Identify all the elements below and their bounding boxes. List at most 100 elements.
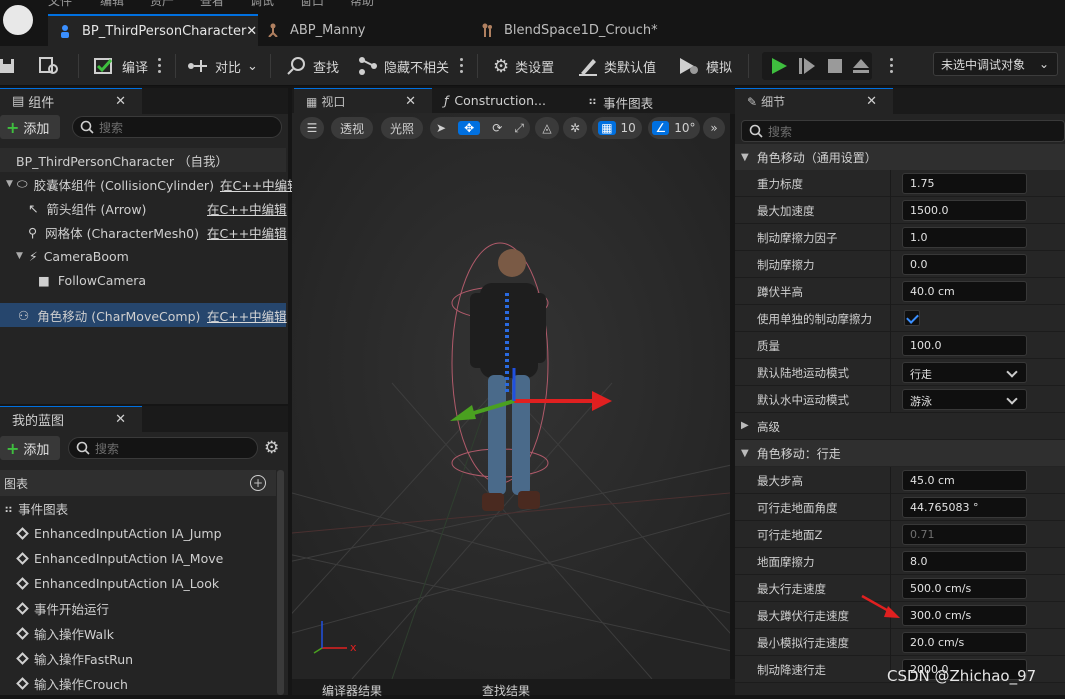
category-walking[interactable]: ▼ 角色移动：行走 <box>735 440 1065 466</box>
max-acceleration-field[interactable]: 1500.0 <box>902 200 1027 221</box>
rotate-icon[interactable]: ⟳ <box>492 121 502 135</box>
min-analog-walk-speed-field[interactable]: 20.0 cm/s <box>902 632 1027 653</box>
rotation-snap-toggle[interactable]: ∠ 10° <box>648 117 700 139</box>
browse-icon[interactable] <box>38 52 60 80</box>
diff-button[interactable]: 对比 ⌄ <box>187 52 258 80</box>
menu-window[interactable]: 窗口 <box>300 0 324 8</box>
default-land-movement-select[interactable]: 行走 <box>902 362 1027 383</box>
list-item[interactable]: 输入操作Crouch <box>0 671 276 696</box>
max-walk-speed-field[interactable]: 500.0 cm/s <box>902 578 1027 599</box>
eject-icon[interactable] <box>852 57 870 75</box>
component-mesh[interactable]: ⚲ 网格体 (CharacterMesh0) 在C++中编辑 <box>0 220 287 244</box>
component-capsule[interactable]: ▼ ⬭ 胶囊体组件 (CollisionCylinder) 在C++中编辑 <box>0 172 300 196</box>
tab-my-blueprint[interactable]: 我的蓝图 ✕ <box>0 406 142 432</box>
add-blueprint-item-button[interactable]: + 添加 <box>0 436 60 460</box>
unreal-logo-icon[interactable] <box>0 2 36 38</box>
compile-options-kebab[interactable] <box>158 56 162 76</box>
list-item[interactable]: EnhancedInputAction IA_Move <box>0 546 276 571</box>
component-root[interactable]: BP_ThirdPersonCharacter （自我） <box>0 148 286 172</box>
edit-in-cpp-link[interactable]: 在C++中编辑 <box>207 223 287 242</box>
class-defaults-button[interactable]: 类默认值 <box>578 52 656 80</box>
play-icon[interactable] <box>770 57 788 75</box>
surface-snap-icon[interactable]: ✲ <box>563 117 587 139</box>
max-step-height-field[interactable]: 45.0 cm <box>902 470 1027 491</box>
tab-find-results[interactable]: 查找结果 <box>482 682 530 699</box>
details-search-input[interactable]: 搜索 <box>741 120 1065 142</box>
graphs-category[interactable]: 图表 + <box>0 470 276 496</box>
advanced-expander[interactable]: ▶ 高级 <box>735 413 1065 440</box>
list-item[interactable]: EnhancedInputAction IA_Jump <box>0 521 276 546</box>
viewport[interactable]: x <box>292 113 730 679</box>
gear-icon[interactable]: ⚙ <box>264 438 279 458</box>
hide-unrelated-button[interactable]: 隐藏不相关 <box>358 52 449 80</box>
list-item[interactable]: 事件开始运行 <box>0 596 276 621</box>
viewport-menu-button[interactable]: ☰ <box>300 117 324 139</box>
compile-button[interactable]: 编译 <box>94 52 148 80</box>
tab-blendspace[interactable]: BlendSpace1D_Crouch* <box>470 14 690 46</box>
list-item[interactable]: 输入操作FastRun <box>0 646 276 671</box>
tab-compiler-results[interactable]: 编译器结果 <box>322 682 382 699</box>
tab-details[interactable]: ✎ 细节 ✕ <box>735 88 893 114</box>
list-item[interactable]: EnhancedInputAction IA_Look <box>0 571 276 596</box>
select-icon[interactable]: ➤ <box>436 121 446 135</box>
add-graph-icon[interactable]: + <box>250 475 266 491</box>
find-button[interactable]: 查找 <box>287 52 339 80</box>
scale-icon[interactable]: ⤢ <box>514 121 524 136</box>
component-followcamera[interactable]: ■ FollowCamera <box>0 268 286 292</box>
tab-viewport[interactable]: ▦ 视口 ✕ <box>294 88 432 114</box>
blueprint-search-input[interactable]: 搜索 <box>68 437 258 459</box>
stop-icon[interactable] <box>826 57 844 75</box>
simulate-button[interactable]: 模拟 <box>678 52 732 80</box>
braking-friction-factor-field[interactable]: 1.0 <box>902 227 1027 248</box>
world-space-icon[interactable]: ◬ <box>535 117 559 139</box>
step-icon[interactable] <box>798 57 816 75</box>
separate-braking-friction-checkbox[interactable] <box>904 310 920 326</box>
menu-file[interactable]: 文件 <box>48 0 72 8</box>
default-water-movement-select[interactable]: 游泳 <box>902 389 1027 410</box>
category-general-settings[interactable]: ▼ 角色移动（通用设置） <box>735 144 1065 170</box>
menu-asset[interactable]: 资产 <box>150 0 174 8</box>
close-icon[interactable]: ✕ <box>866 94 885 109</box>
add-component-button[interactable]: + 添加 <box>0 115 60 139</box>
perspective-button[interactable]: 透视 <box>331 117 373 139</box>
crouched-half-height-field[interactable]: 40.0 cm <box>902 281 1027 302</box>
translate-icon[interactable]: ✥ <box>458 121 481 135</box>
component-arrow[interactable]: ↖ 箭头组件 (Arrow) 在C++中编辑 <box>0 196 287 220</box>
close-icon[interactable]: ✕ <box>246 24 257 39</box>
hide-options-kebab[interactable] <box>460 56 464 76</box>
max-walk-speed-crouched-field[interactable]: 300.0 cm/s <box>902 605 1027 626</box>
components-search-input[interactable]: 搜索 <box>72 116 282 138</box>
edit-in-cpp-link[interactable]: 在C++中编辑 <box>207 306 287 325</box>
menu-help[interactable]: 帮助 <box>350 0 374 8</box>
event-graph-item[interactable]: ⠶ 事件图表 <box>0 496 276 521</box>
tab-construction[interactable]: ƒ Construction... <box>444 93 546 108</box>
menu-edit[interactable]: 编辑 <box>100 0 124 8</box>
close-icon[interactable]: ✕ <box>115 94 134 109</box>
save-icon[interactable] <box>0 52 16 80</box>
component-charmove[interactable]: ⚇ 角色移动 (CharMoveComp) 在C++中编辑 <box>0 303 287 327</box>
component-cameraboom[interactable]: ▼ ⚡ CameraBoom <box>0 244 286 268</box>
edit-in-cpp-link[interactable]: 在C++中编辑 <box>220 175 300 194</box>
walkable-floor-angle-field[interactable]: 44.765083 ° <box>902 497 1027 518</box>
lighting-button[interactable]: 光照 <box>381 117 423 139</box>
play-options-kebab[interactable] <box>890 56 894 76</box>
class-settings-button[interactable]: ⚙ 类设置 <box>493 52 554 80</box>
gravity-scale-field[interactable]: 1.75 <box>902 173 1027 194</box>
braking-friction-field[interactable]: 0.0 <box>902 254 1027 275</box>
more-options-icon[interactable]: » <box>703 117 725 139</box>
mass-field[interactable]: 100.0 <box>902 335 1027 356</box>
scrollbar[interactable] <box>277 470 284 695</box>
list-item[interactable]: 输入操作Walk <box>0 621 276 646</box>
menu-debug[interactable]: 调试 <box>250 0 274 8</box>
close-icon[interactable]: ✕ <box>115 412 134 427</box>
expand-arrow-icon[interactable]: ▼ <box>16 251 23 261</box>
ground-friction-field[interactable]: 8.0 <box>902 551 1027 572</box>
tab-components[interactable]: ▤ 组件 ✕ <box>0 88 142 114</box>
tab-abp-manny[interactable]: ABP_Manny <box>262 14 442 46</box>
close-icon[interactable]: ✕ <box>405 94 424 109</box>
tab-bp-thirdpersoncharacter[interactable]: BP_ThirdPersonCharacter ✕ <box>48 14 258 46</box>
grid-snap-toggle[interactable]: ▦ 10 <box>592 117 642 139</box>
expand-arrow-icon[interactable]: ▼ <box>6 179 13 189</box>
edit-in-cpp-link[interactable]: 在C++中编辑 <box>207 199 287 218</box>
menu-view[interactable]: 查看 <box>200 0 224 8</box>
